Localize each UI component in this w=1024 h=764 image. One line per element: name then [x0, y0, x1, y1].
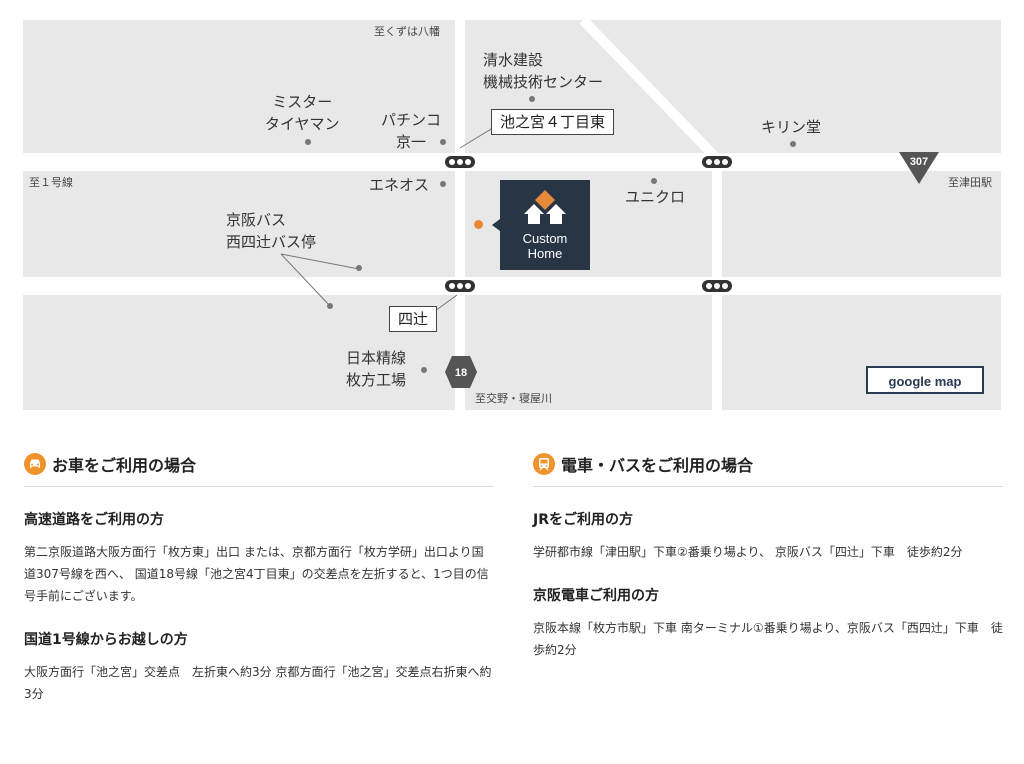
expressway-heading: 高速道路をご利用の方	[24, 512, 164, 528]
keihan-text: 京阪本線「枚方市駅」下車 南ターミナル①番乗り場より、京阪バス「西四辻」下車 徒…	[533, 621, 1003, 657]
jr-heading: JRをご利用の方	[533, 512, 633, 528]
dot-bus-stop-2	[327, 303, 333, 309]
label-pachinko: パチンコ 京一	[381, 111, 442, 151]
route1-heading: 国道1号線からお越しの方	[24, 632, 188, 648]
store-location-dot	[474, 220, 483, 229]
label-mister-tireman: ミスター タイヤマン	[265, 93, 340, 133]
marker-pointer	[492, 219, 500, 231]
label-to-tsuda: 至津田駅	[948, 176, 992, 189]
label-to-kuzuha: 至くずは八幡	[374, 25, 440, 38]
traffic-signal-icon	[702, 280, 732, 292]
intersection-ikenomiya: 池之宮４丁目東	[491, 109, 615, 135]
dot-nippon	[421, 367, 427, 373]
route-307-label: 307	[910, 156, 928, 168]
train-access-section: 電車・バスをご利用の場合 JRをご利用の方 学研都市線「津田駅」下車②番乗り場よ…	[533, 448, 1003, 661]
label-to-route1: 至１号線	[29, 176, 73, 189]
car-icon	[24, 453, 46, 475]
traffic-signal-icon	[445, 280, 475, 292]
dot-kirindo	[790, 141, 796, 147]
expressway-text: 第二京阪道路大阪方面行「枚方東」出口 または、京都方面行「枚方学研」出口より国道…	[24, 545, 489, 603]
dot-eneos	[440, 181, 446, 187]
label-keihan-bus: 京阪バス 西四辻バス停	[226, 211, 317, 251]
custom-home-marker: Custom Home	[492, 180, 590, 270]
label-to-katano: 至交野・寝屋川	[475, 392, 552, 405]
traffic-signal-icon	[702, 156, 732, 168]
google-map-button[interactable]: google map	[866, 366, 984, 394]
access-map: 至くずは八幡 至１号線 至津田駅 至交野・寝屋川 清水建設 機械技術センター ミ…	[23, 20, 1001, 410]
route-18-label: 18	[455, 367, 467, 379]
dot-bus-stop-1	[356, 265, 362, 271]
dot-uniqlo	[651, 178, 657, 184]
car-section-title: お車をご利用の場合	[52, 456, 197, 475]
train-icon	[533, 453, 555, 475]
dot-mister	[305, 139, 311, 145]
label-eneos: エネオス	[369, 176, 430, 194]
dot-shimizu	[529, 96, 535, 102]
route1-text: 大阪方面行「池之宮」交差点 左折東へ約3分 京都方面行「池之宮」交差点右折東へ約…	[24, 665, 492, 701]
route-307-sign-icon: 307	[899, 152, 939, 184]
train-section-title: 電車・バスをご利用の場合	[561, 456, 754, 475]
car-access-section: お車をご利用の場合 高速道路をご利用の方 第二京阪道路大阪方面行「枚方東」出口 …	[24, 448, 494, 705]
route-18-sign-icon: 18	[445, 356, 477, 388]
label-uniqlo: ユニクロ	[625, 188, 686, 206]
label-kirindo: キリン堂	[761, 118, 822, 136]
keihan-heading: 京阪電車ご利用の方	[533, 588, 659, 604]
train-section-header: 電車・バスをご利用の場合	[533, 448, 1003, 487]
label-shimizu: 清水建設 機械技術センター	[483, 51, 604, 91]
intersection-yotsutsuji: 四辻	[389, 306, 438, 332]
car-section-header: お車をご利用の場合	[24, 448, 494, 487]
store-name: Custom Home	[522, 231, 568, 261]
house-logo-icon	[524, 190, 566, 224]
traffic-signal-icon	[445, 156, 475, 168]
label-nippon-seisen: 日本精線 枚方工場	[346, 349, 407, 389]
jr-text: 学研都市線「津田駅」下車②番乗り場より、 京阪バス「四辻」下車 徒歩約2分	[533, 545, 963, 559]
dot-pachinko	[440, 139, 446, 145]
